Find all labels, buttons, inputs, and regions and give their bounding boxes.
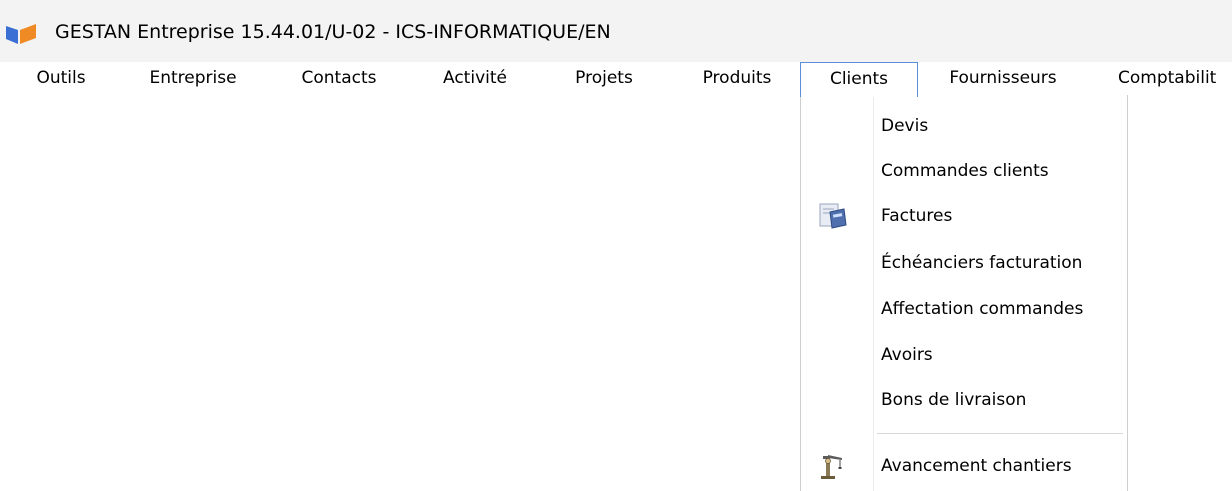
menu-projets[interactable]: Projets bbox=[556, 62, 652, 96]
menu-bar: Outils Entreprise Contacts Activité Proj… bbox=[0, 62, 1232, 97]
menu-item-label: Bons de livraison bbox=[881, 390, 1027, 410]
menu-item-commandes-clients[interactable]: Commandes clients bbox=[801, 151, 1127, 191]
app-window: GESTAN Entreprise 15.44.01/U-02 - ICS-IN… bbox=[0, 0, 1232, 491]
menu-item-label: Affectation commandes bbox=[881, 299, 1084, 319]
menu-activite[interactable]: Activité bbox=[430, 62, 520, 96]
menu-contacts[interactable]: Contacts bbox=[284, 62, 394, 96]
menu-fournisseurs[interactable]: Fournisseurs bbox=[928, 62, 1078, 96]
menu-clients[interactable]: Clients bbox=[800, 62, 918, 97]
menu-item-label: Échéanciers facturation bbox=[881, 253, 1083, 273]
window-title: GESTAN Entreprise 15.44.01/U-02 - ICS-IN… bbox=[55, 21, 611, 43]
menu-item-echeanciers-facturation[interactable]: Échéanciers facturation bbox=[801, 243, 1127, 283]
menu-separator bbox=[877, 433, 1123, 434]
menu-comptabilite[interactable]: Comptabilit bbox=[1118, 62, 1232, 96]
menu-outils[interactable]: Outils bbox=[26, 62, 96, 96]
invoice-calculator-icon bbox=[819, 203, 847, 229]
construction-crane-icon bbox=[821, 455, 842, 479]
menu-item-avancement-chantiers[interactable]: Avancement chantiers bbox=[801, 446, 1127, 486]
menu-item-bons-de-livraison[interactable]: Bons de livraison bbox=[801, 380, 1127, 420]
menu-item-label: Devis bbox=[881, 116, 929, 136]
menu-item-label: Avoirs bbox=[881, 345, 933, 365]
menu-item-factures[interactable]: Factures bbox=[801, 196, 1127, 236]
menu-item-avoirs[interactable]: Avoirs bbox=[801, 335, 1127, 375]
menu-item-label: Commandes clients bbox=[881, 161, 1049, 181]
menu-item-devis[interactable]: Devis bbox=[801, 106, 1127, 146]
title-bar: GESTAN Entreprise 15.44.01/U-02 - ICS-IN… bbox=[0, 0, 1232, 62]
menu-item-affectation-commandes[interactable]: Affectation commandes bbox=[801, 289, 1127, 329]
clients-dropdown-menu: Devis Commandes clients Factures Échéanc… bbox=[800, 95, 1128, 491]
menu-item-label: Avancement chantiers bbox=[881, 456, 1072, 476]
menu-item-label: Factures bbox=[881, 206, 953, 226]
menu-entreprise[interactable]: Entreprise bbox=[132, 62, 254, 96]
app-logo-icon bbox=[6, 24, 36, 44]
menu-produits[interactable]: Produits bbox=[686, 62, 788, 96]
